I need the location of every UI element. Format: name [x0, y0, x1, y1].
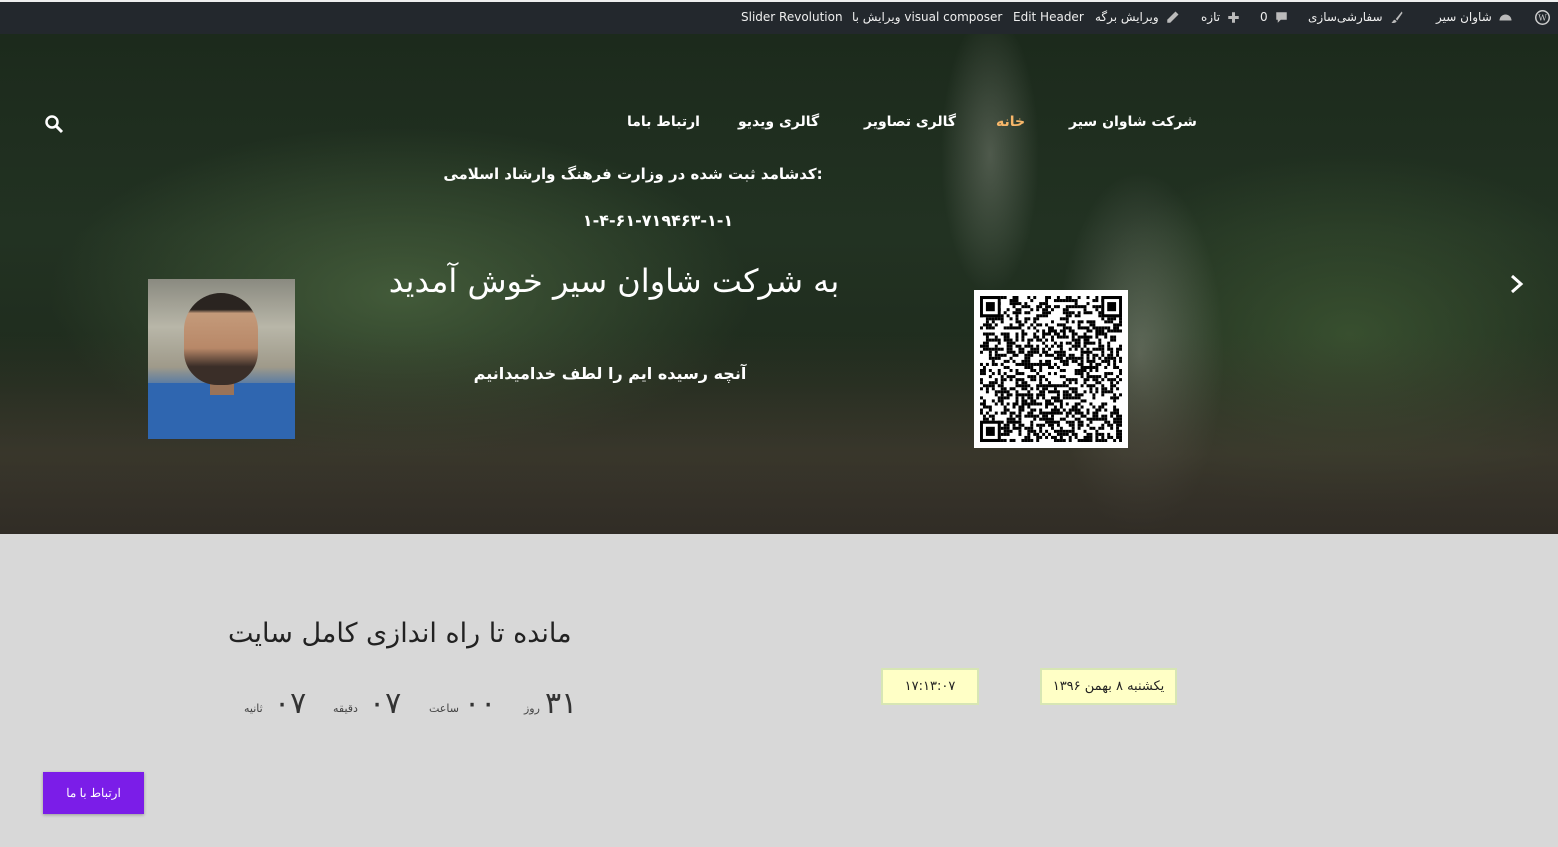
- admin-edit-page-label: ویرایش برگه: [1095, 10, 1159, 24]
- profile-photo: [148, 279, 295, 439]
- pencil-icon: [1166, 11, 1179, 23]
- svg-text:W: W: [1538, 12, 1547, 22]
- countdown-seconds-label: ثانیه: [244, 702, 263, 715]
- photo-head: [184, 293, 258, 385]
- qr-code-pattern: [980, 296, 1122, 442]
- admin-site-name-label: شاوان سیر: [1436, 10, 1492, 24]
- plus-icon: [1228, 11, 1239, 23]
- welcome-heading: به شرکت شاوان سیر خوش آمدید: [388, 262, 840, 300]
- countdown-title: مانده تا راه اندازی کامل سایت: [228, 618, 572, 649]
- contact-us-button[interactable]: ارتباط با ما: [43, 772, 144, 814]
- countdown-seconds-value: ۰۷: [274, 686, 307, 721]
- clock-date: یکشنبه ۸ بهمن ۱۳۹۶: [1040, 668, 1177, 705]
- nav-item-photo-gallery[interactable]: گالری تصاویر: [864, 114, 956, 134]
- admin-edit-header[interactable]: Edit Header: [1013, 0, 1084, 34]
- admin-customize[interactable]: سفارشی‌سازی: [1308, 0, 1404, 34]
- tagline: آنچه رسیده ایم را لطف خدامیدانیم: [473, 364, 747, 383]
- admin-visual-composer[interactable]: ویرایش با visual composer: [852, 0, 1002, 34]
- admin-comments-count: 0: [1260, 10, 1268, 24]
- comment-bubble-icon: [1275, 11, 1287, 23]
- admin-edit-header-label: Edit Header: [1013, 10, 1084, 24]
- countdown-days-label: روز: [524, 702, 540, 715]
- registration-title: کدشامد ثبت شده در وزارت فرهنگ وارشاد اسل…: [443, 165, 823, 183]
- clock-date-label: یکشنبه ۸ بهمن ۱۳۹۶: [1052, 679, 1165, 694]
- paintbrush-icon: [1390, 11, 1403, 23]
- admin-edit-page[interactable]: ویرایش برگه: [1095, 0, 1180, 34]
- admin-customize-label: سفارشی‌سازی: [1308, 10, 1383, 24]
- registration-code: ۱-۴-۶۱-۷۱۹۴۶۳-۱-۱: [582, 211, 734, 230]
- countdown-hours-label: ساعت: [429, 702, 459, 715]
- countdown-minutes-label: دقیقه: [333, 702, 358, 715]
- admin-new-label: تازه: [1201, 10, 1221, 24]
- admin-slider-revolution[interactable]: Slider Revolution: [741, 0, 843, 34]
- nav-item-company[interactable]: شرکت شاوان سیر: [1069, 114, 1197, 134]
- clock-time-label: ۱۷:۱۳:۰۷: [904, 679, 956, 694]
- search-icon[interactable]: [44, 114, 64, 134]
- admin-visual-composer-label: ویرایش با visual composer: [852, 10, 1003, 24]
- clock-time: ۱۷:۱۳:۰۷: [881, 668, 979, 705]
- nav-item-contact[interactable]: ارتباط باما: [627, 114, 700, 134]
- wordpress-logo-icon[interactable]: W: [1535, 0, 1550, 34]
- dashboard-icon: [1499, 14, 1512, 20]
- admin-new[interactable]: تازه: [1201, 0, 1241, 34]
- chevron-right-icon[interactable]: [1506, 272, 1528, 296]
- countdown-minutes-value: ۰۷: [369, 686, 402, 721]
- admin-bar: W شاوان سیر سفارشی‌سازی 0 تازه ویرایش بر…: [0, 0, 1558, 34]
- countdown-hours-value: ۰۰: [464, 686, 497, 721]
- countdown-days-value: ۳۱: [545, 686, 578, 721]
- nav-item-home[interactable]: خانه: [996, 114, 1025, 134]
- hero-slider: شرکت شاوان سیر خانه گالری تصاویر گالری و…: [0, 34, 1558, 534]
- admin-comments[interactable]: 0: [1260, 0, 1289, 34]
- nav-item-video-gallery[interactable]: گالری ویدیو: [738, 114, 819, 134]
- qr-code: [974, 290, 1128, 448]
- admin-site-name[interactable]: شاوان سیر: [1436, 0, 1513, 34]
- admin-slider-revolution-label: Slider Revolution: [741, 10, 843, 24]
